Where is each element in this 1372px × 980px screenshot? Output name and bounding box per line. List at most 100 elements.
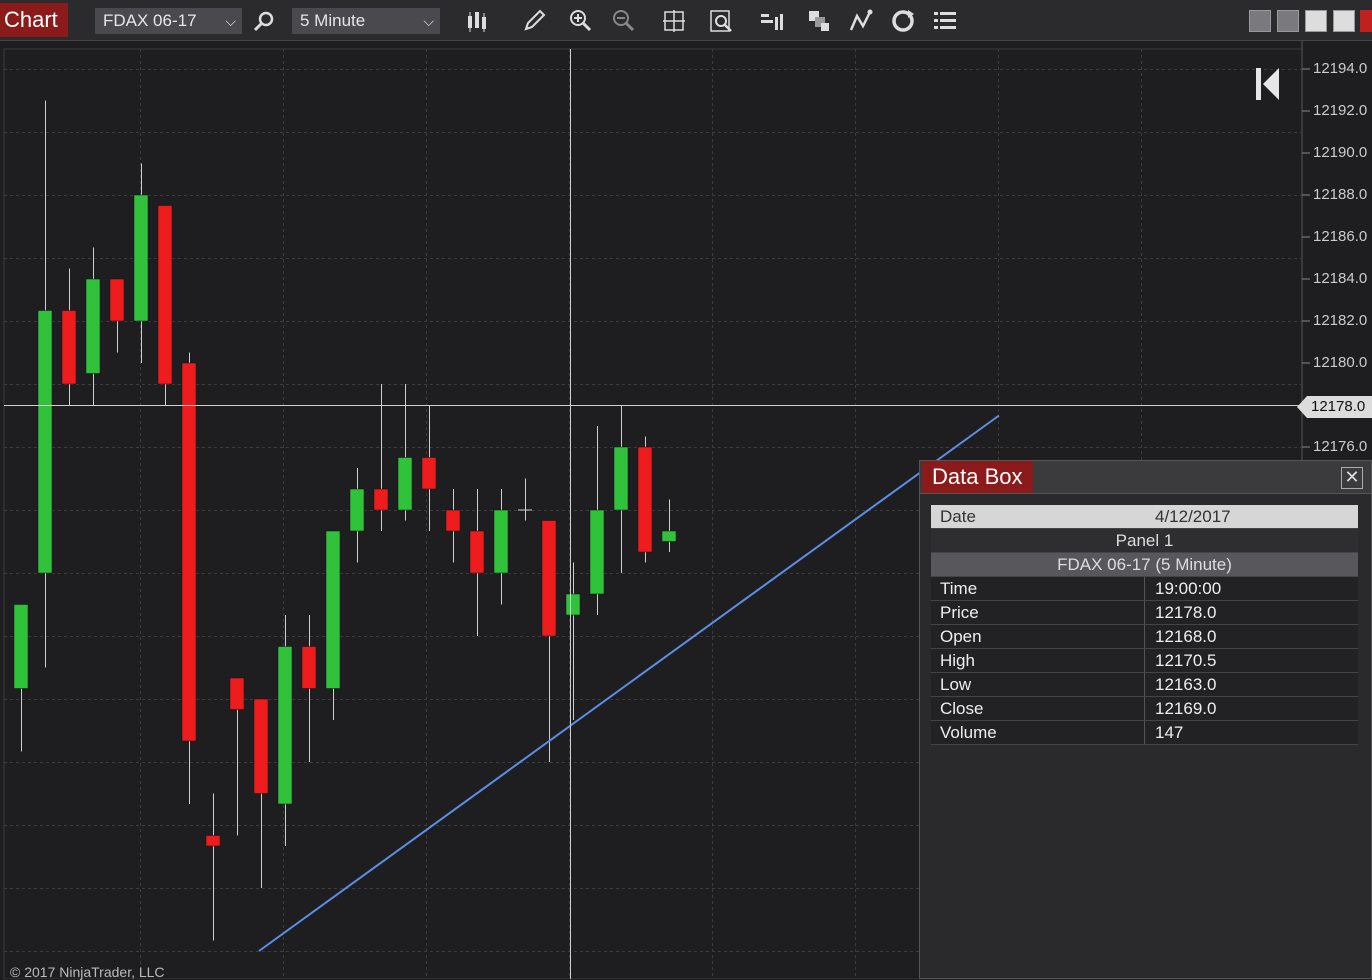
field-value: 12163.0 bbox=[1155, 675, 1217, 694]
candle-up bbox=[325, 530, 341, 689]
data-box-row-high: High 12170.5 bbox=[931, 649, 1358, 673]
date-label: Date bbox=[940, 507, 976, 526]
instrument-label: FDAX 06-17 bbox=[103, 11, 197, 30]
column-divider bbox=[1144, 721, 1145, 744]
candle-up bbox=[589, 509, 605, 595]
current-price-tag: 12178.0 bbox=[1297, 396, 1372, 418]
minimize-window-button[interactable] bbox=[1305, 10, 1327, 32]
candle-down bbox=[373, 488, 389, 511]
candle-up bbox=[13, 604, 29, 689]
interval-label: 5 Minute bbox=[300, 11, 366, 30]
candle-down bbox=[109, 278, 125, 322]
zoom-in-icon[interactable] bbox=[567, 8, 593, 34]
data-box-row-time: Time 19:00:00 bbox=[931, 577, 1358, 601]
close-icon[interactable]: ✕ bbox=[1341, 467, 1363, 489]
price-axis-label: 12186.0 bbox=[1313, 228, 1368, 245]
column-divider bbox=[1144, 697, 1145, 720]
restore-window-button[interactable] bbox=[1249, 10, 1271, 32]
field-value: 12168.0 bbox=[1155, 627, 1217, 646]
data-box-fields: Time 19:00:00 Price 12178.0 Open 12168.0 High 1… bbox=[931, 577, 1358, 745]
column-divider bbox=[1144, 577, 1145, 600]
data-box-header: Data Box ✕ bbox=[920, 461, 1371, 494]
panel-row: Panel 1 bbox=[931, 529, 1358, 553]
candle-down bbox=[157, 205, 173, 385]
bar-type-icon[interactable] bbox=[464, 8, 490, 34]
maximize-window-button[interactable] bbox=[1333, 10, 1355, 32]
field-label: Low bbox=[940, 675, 972, 694]
candle-up bbox=[493, 509, 509, 574]
tile-window-button[interactable] bbox=[1277, 10, 1299, 32]
chevron-down-icon: ⌵ bbox=[423, 13, 434, 29]
candle-down bbox=[229, 677, 245, 710]
indicator-icon[interactable] bbox=[848, 8, 874, 34]
search-icon[interactable] bbox=[251, 8, 277, 34]
crosshair-icon[interactable] bbox=[661, 8, 687, 34]
candle-down bbox=[541, 520, 557, 637]
candle-up bbox=[661, 530, 677, 542]
price-axis-label: 12192.0 bbox=[1313, 102, 1368, 119]
data-box-table: Date 4/12/2017 Panel 1 FDAX 06-17 (5 Min… bbox=[931, 505, 1358, 745]
instrument-selector[interactable]: FDAX 06-17 ⌵ bbox=[95, 8, 242, 34]
data-box-title: Data Box bbox=[922, 461, 1033, 493]
date-value: 4/12/2017 bbox=[1155, 507, 1231, 526]
field-value: 12178.0 bbox=[1155, 603, 1217, 622]
field-label: High bbox=[940, 651, 975, 670]
data-box-panel: Data Box ✕ Date 4/12/2017 Panel 1 FDAX 0… bbox=[919, 460, 1372, 979]
price-axis-label: 12180.0 bbox=[1313, 354, 1368, 371]
column-divider bbox=[1144, 649, 1145, 672]
candle-down bbox=[421, 457, 437, 490]
candle-up bbox=[277, 646, 293, 805]
interval-selector[interactable]: 5 Minute ⌵ bbox=[292, 8, 440, 34]
data-box-row-open: Open 12168.0 bbox=[931, 625, 1358, 649]
zoom-out-icon[interactable] bbox=[610, 8, 636, 34]
candle-down bbox=[253, 698, 269, 794]
chart-toolbar: Chart FDAX 06-17 ⌵ 5 Minute ⌵ bbox=[0, 0, 1372, 41]
copyright-notice: © 2017 NinjaTrader, LLC bbox=[10, 964, 165, 980]
data-box-row-close: Close 12169.0 bbox=[931, 697, 1358, 721]
candle-down bbox=[469, 530, 485, 574]
field-value: 12170.5 bbox=[1155, 651, 1217, 670]
candle-up bbox=[565, 593, 581, 616]
price-axis-label: 12182.0 bbox=[1313, 312, 1368, 329]
data-box-row-low: Low 12163.0 bbox=[931, 673, 1358, 697]
field-value: 19:00:00 bbox=[1155, 579, 1222, 598]
candle-down bbox=[445, 509, 461, 532]
price-axis-label: 12188.0 bbox=[1313, 186, 1368, 203]
series-row: FDAX 06-17 (5 Minute) bbox=[931, 553, 1358, 577]
refresh-icon[interactable] bbox=[890, 8, 916, 34]
candle-up bbox=[37, 310, 53, 574]
candle-down bbox=[637, 446, 653, 553]
candle-up bbox=[85, 278, 101, 374]
candle-up bbox=[349, 488, 365, 532]
field-label: Close bbox=[940, 699, 984, 718]
chart-style-icon[interactable] bbox=[759, 8, 785, 34]
candle-up bbox=[133, 194, 149, 322]
field-value: 12169.0 bbox=[1155, 699, 1217, 718]
price-axis-label: 12184.0 bbox=[1313, 270, 1368, 287]
price-axis-label: 12190.0 bbox=[1313, 144, 1368, 161]
scroll-to-start-icon[interactable] bbox=[1255, 66, 1281, 107]
candle-down bbox=[181, 362, 197, 742]
price-axis-label: 12194.0 bbox=[1313, 60, 1368, 77]
layers-icon[interactable] bbox=[806, 8, 832, 34]
candle-up bbox=[613, 446, 629, 511]
chart-tab[interactable]: Chart bbox=[0, 3, 68, 37]
list-icon[interactable] bbox=[932, 8, 958, 34]
close-window-button[interactable] bbox=[1360, 10, 1372, 32]
candle-down bbox=[61, 310, 77, 385]
column-divider bbox=[1144, 601, 1145, 624]
field-label: Time bbox=[940, 579, 978, 598]
candle-up bbox=[397, 457, 413, 511]
data-search-icon[interactable] bbox=[708, 8, 734, 34]
column-divider bbox=[1144, 625, 1145, 648]
field-value: 147 bbox=[1155, 723, 1184, 742]
price-axis-label: 12176.0 bbox=[1313, 438, 1368, 455]
drawing-pencil-icon[interactable] bbox=[521, 8, 547, 34]
date-row: Date 4/12/2017 bbox=[931, 505, 1358, 529]
column-divider bbox=[1144, 673, 1145, 696]
chevron-down-icon: ⌵ bbox=[225, 13, 236, 29]
field-label: Volume bbox=[940, 723, 997, 742]
data-box-row-price: Price 12178.0 bbox=[931, 601, 1358, 625]
field-label: Open bbox=[940, 627, 982, 646]
field-label: Price bbox=[940, 603, 979, 622]
